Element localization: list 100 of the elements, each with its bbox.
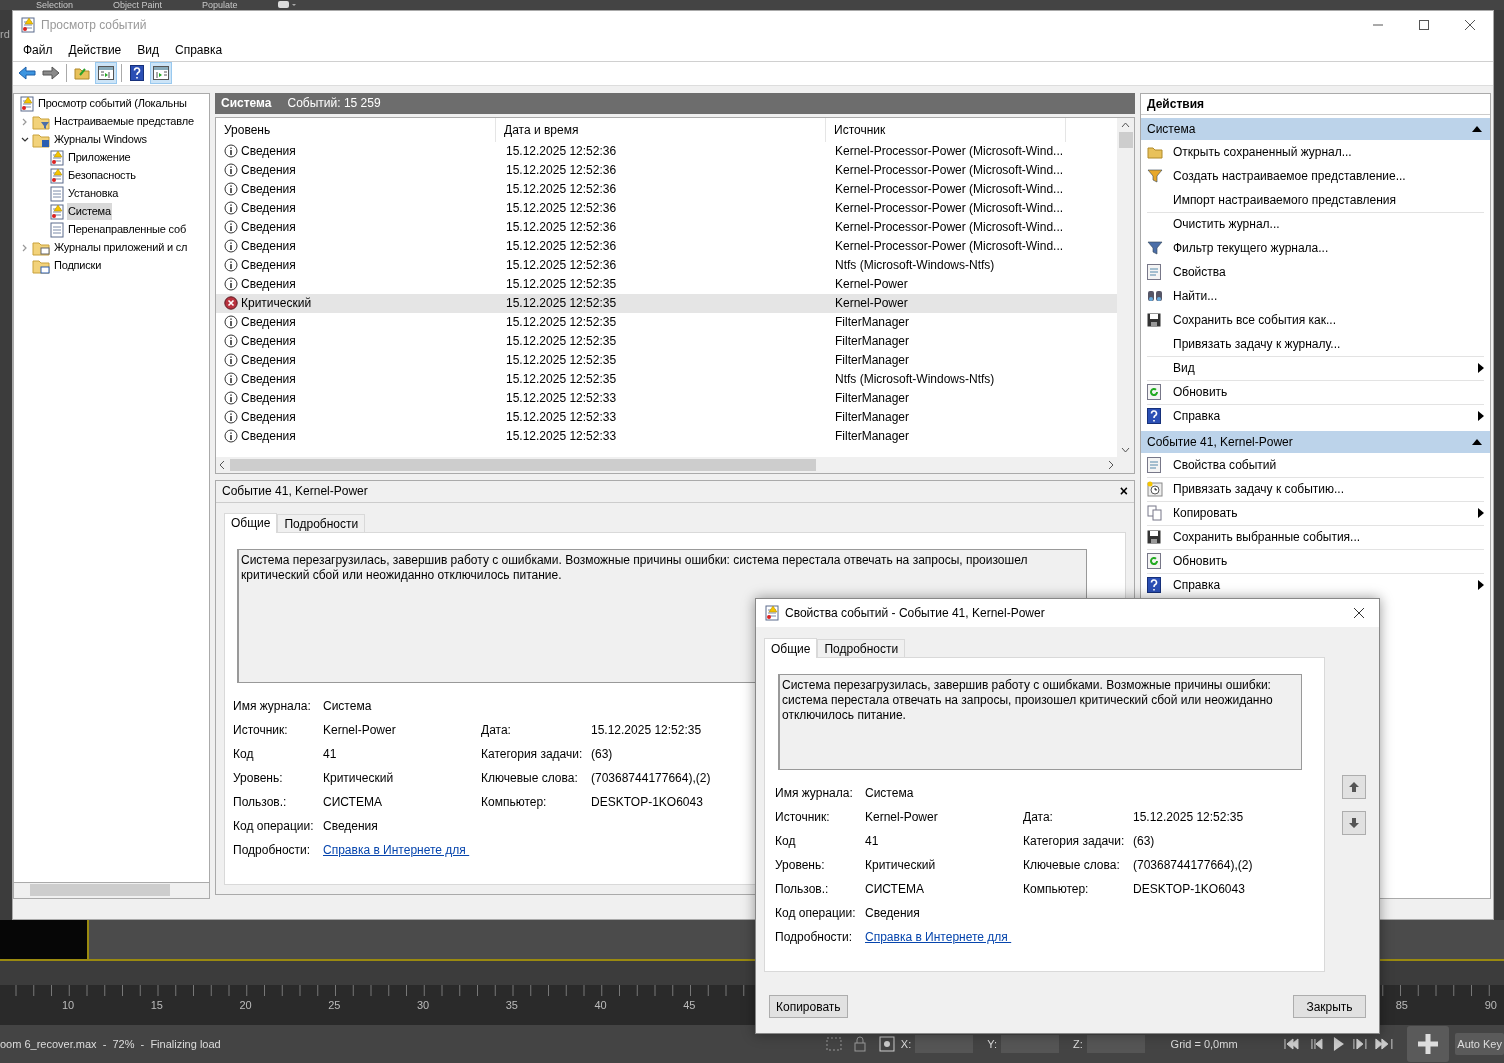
log-warning-icon bbox=[50, 203, 64, 220]
section-header[interactable]: Событие 41, Kernel-Power bbox=[1141, 430, 1490, 453]
toolbar-button[interactable] bbox=[95, 62, 117, 85]
action-item[interactable]: Вид bbox=[1173, 359, 1195, 378]
field-label: Источник: bbox=[233, 721, 289, 739]
column-header[interactable]: Уровень bbox=[216, 117, 496, 142]
action-item[interactable]: Сохранить выбранные события... bbox=[1173, 528, 1361, 547]
tree-item[interactable]: Система bbox=[67, 203, 112, 220]
selection-icon[interactable] bbox=[824, 1036, 843, 1052]
action-item[interactable]: Привязать задачу к событию... bbox=[1173, 480, 1344, 499]
next-event-button[interactable] bbox=[1342, 811, 1366, 835]
tree-item[interactable]: Установка bbox=[67, 185, 120, 202]
scrollbar-thumb[interactable] bbox=[30, 884, 170, 897]
action-item[interactable]: Очистить журнал... bbox=[1173, 215, 1280, 234]
menu-item[interactable]: Файл bbox=[15, 41, 61, 60]
event-row[interactable]: Сведения 15.12.2025 12:52:36 Kernel-Processor-Power (Microsoft-Wind... bbox=[216, 160, 1117, 180]
dropdown-icon[interactable] bbox=[277, 1, 296, 9]
chevron-right-icon[interactable] bbox=[21, 243, 29, 252]
action-item[interactable]: Обновить bbox=[1173, 383, 1228, 402]
dialog-button[interactable]: Копировать bbox=[769, 995, 848, 1018]
menu-item[interactable]: Вид bbox=[129, 41, 167, 60]
ribbon-tab[interactable]: Selection bbox=[36, 0, 74, 10]
auto-key-button[interactable]: Auto Key bbox=[1455, 1033, 1504, 1055]
field-label: Код операции: bbox=[775, 905, 857, 922]
coordinate-field[interactable] bbox=[1086, 1035, 1145, 1053]
action-item[interactable]: Найти... bbox=[1173, 286, 1218, 305]
column-header[interactable]: Дата и время bbox=[496, 117, 826, 142]
help-link[interactable]: Справка в Интернете для bbox=[323, 840, 470, 859]
event-row[interactable]: Сведения 15.12.2025 12:52:36 Kernel-Processor-Power (Microsoft-Wind... bbox=[216, 179, 1117, 199]
event-row[interactable]: Сведения 15.12.2025 12:52:36 Kernel-Processor-Power (Microsoft-Wind... bbox=[216, 198, 1117, 218]
event-row[interactable]: Сведения 15.12.2025 12:52:36 Kernel-Processor-Power (Microsoft-Wind... bbox=[216, 141, 1117, 161]
event-row[interactable]: Критический 15.12.2025 12:52:35 Kernel-Power bbox=[216, 293, 1117, 313]
action-item[interactable]: Привязать задачу к журналу... bbox=[1173, 334, 1341, 353]
vertical-scrollbar[interactable] bbox=[1117, 117, 1134, 457]
event-row[interactable]: Сведения 15.12.2025 12:52:36 Kernel-Processor-Power (Microsoft-Wind... bbox=[216, 236, 1117, 256]
previous-event-button[interactable] bbox=[1342, 775, 1366, 799]
tree-item[interactable]: Перенаправленные соб bbox=[67, 221, 188, 238]
action-item[interactable]: Открыть сохраненный журнал... bbox=[1173, 142, 1352, 161]
event-row[interactable]: Сведения 15.12.2025 12:52:35 FilterManager bbox=[216, 331, 1117, 351]
field-label: Ключевые слова: bbox=[481, 769, 579, 787]
tab[interactable]: Общие bbox=[224, 512, 278, 533]
info-icon bbox=[224, 410, 238, 425]
tree-item[interactable]: Безопасность bbox=[67, 167, 137, 184]
tree-item[interactable]: Подписки bbox=[53, 257, 103, 274]
field-value: DESKTOP-1KO6043 bbox=[591, 793, 703, 811]
ribbon-tab[interactable]: Object Paint bbox=[113, 0, 163, 10]
coordinate-field[interactable] bbox=[915, 1035, 974, 1053]
tab[interactable]: Подробности bbox=[817, 639, 906, 657]
lock-icon[interactable] bbox=[852, 1036, 867, 1052]
event-row[interactable]: Сведения 15.12.2025 12:52:33 FilterManager bbox=[216, 407, 1117, 427]
event-row[interactable]: Сведения 15.12.2025 12:52:35 Kernel-Power bbox=[216, 274, 1117, 294]
help-link[interactable]: Справка в Интернете для bbox=[865, 928, 1012, 946]
info-icon bbox=[224, 334, 238, 349]
chevron-right-icon[interactable] bbox=[21, 117, 29, 126]
event-row[interactable]: Сведения 15.12.2025 12:52:36 Ntfs (Microsoft-Windows-Ntfs) bbox=[216, 255, 1117, 275]
menu-item[interactable]: Действие bbox=[60, 41, 130, 60]
folder-icon bbox=[32, 257, 50, 274]
filter-icon bbox=[1147, 168, 1163, 183]
tree-item[interactable]: Приложение bbox=[67, 149, 132, 166]
event-row[interactable]: Сведения 15.12.2025 12:52:35 FilterManager bbox=[216, 350, 1117, 370]
info-icon bbox=[224, 144, 238, 159]
action-item[interactable]: Справка bbox=[1173, 576, 1221, 595]
tree-item[interactable]: Журналы Windows bbox=[53, 131, 148, 148]
tree-item[interactable]: Настраиваемые представле bbox=[53, 113, 195, 130]
event-row[interactable]: Сведения 15.12.2025 12:52:36 Kernel-Processor-Power (Microsoft-Wind... bbox=[216, 217, 1117, 237]
tree-item[interactable]: Просмотр событий (Локальны bbox=[37, 95, 188, 112]
event-row[interactable]: Сведения 15.12.2025 12:52:33 FilterManager bbox=[216, 388, 1117, 408]
toolbar-button[interactable] bbox=[150, 62, 172, 85]
close-button[interactable]: × bbox=[1119, 480, 1128, 502]
menu-item[interactable]: Справка bbox=[167, 41, 231, 60]
event-row[interactable]: Сведения 15.12.2025 12:52:35 Ntfs (Microsoft-Windows-Ntfs) bbox=[216, 369, 1117, 389]
playback-controls-drawing[interactable] bbox=[1283, 1037, 1394, 1051]
event-row[interactable]: Сведения 15.12.2025 12:52:35 FilterManager bbox=[216, 312, 1117, 332]
table-cell-text: 15.12.2025 12:52:35 bbox=[505, 295, 618, 313]
action-item[interactable]: Копировать bbox=[1173, 504, 1238, 523]
tab[interactable]: Общие bbox=[764, 638, 818, 658]
tab[interactable]: Подробности bbox=[277, 513, 366, 532]
action-item[interactable]: Создать настраиваемое представление... bbox=[1173, 166, 1406, 185]
key-mode-button[interactable] bbox=[1407, 1026, 1450, 1062]
section-header[interactable]: Система bbox=[1141, 117, 1490, 140]
action-item[interactable]: Импорт настраиваемого представления bbox=[1173, 190, 1396, 209]
ribbon-tab[interactable]: Populate bbox=[202, 0, 238, 10]
action-item[interactable]: Справка bbox=[1173, 407, 1221, 426]
action-item[interactable]: Свойства событий bbox=[1173, 455, 1277, 474]
event-row[interactable]: Сведения 15.12.2025 12:52:33 FilterManager bbox=[216, 426, 1117, 446]
coordinate-label: Y: bbox=[987, 1036, 997, 1052]
horizontal-scrollbar[interactable] bbox=[216, 456, 1134, 473]
action-item[interactable]: Обновить bbox=[1173, 552, 1228, 571]
scrollbar-thumb[interactable] bbox=[230, 458, 816, 471]
gizmo-icon[interactable] bbox=[878, 1036, 895, 1052]
coordinate-field[interactable] bbox=[1001, 1035, 1059, 1053]
action-item[interactable]: Свойства bbox=[1173, 262, 1226, 281]
column-header[interactable]: Источник bbox=[826, 117, 1066, 142]
scrollbar-thumb[interactable] bbox=[1118, 131, 1133, 148]
action-item[interactable]: Фильтр текущего журнала... bbox=[1173, 238, 1329, 257]
chevron-down-icon[interactable] bbox=[21, 135, 29, 144]
action-item[interactable]: Сохранить все события как... bbox=[1173, 310, 1336, 329]
dialog-button[interactable]: Закрыть bbox=[1293, 995, 1366, 1018]
field-value: DESKTOP-1KO6043 bbox=[1133, 881, 1245, 898]
tree-item[interactable]: Журналы приложений и сл bbox=[53, 239, 189, 256]
